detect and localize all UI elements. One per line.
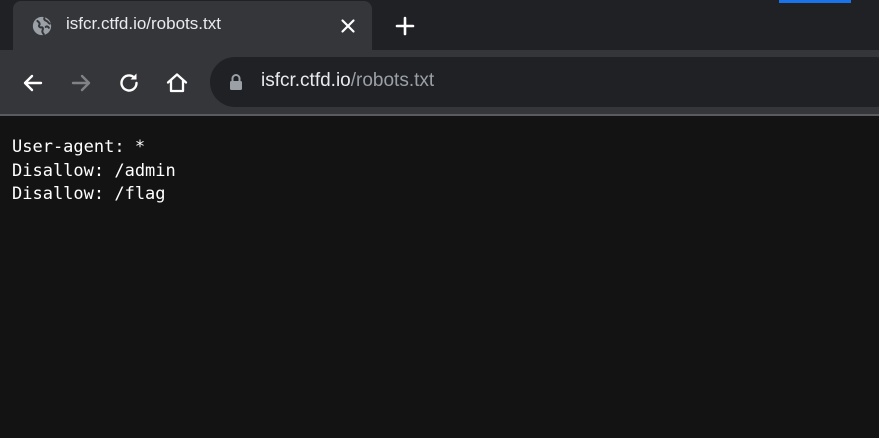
browser-window: isfcr.ctfd.io/robots.txt isfcr.ctfd.io/r… — [0, 0, 879, 438]
lock-icon[interactable] — [229, 73, 243, 91]
tab-title: isfcr.ctfd.io/robots.txt — [66, 14, 221, 33]
url-path: /robots.txt — [350, 70, 435, 91]
robots-line: Disallow: /admin — [12, 160, 176, 181]
tab-strip: isfcr.ctfd.io/robots.txt — [0, 0, 879, 50]
url-host: isfcr.ctfd.io — [261, 70, 351, 91]
url-text[interactable]: isfcr.ctfd.io/robots.txt — [261, 70, 434, 92]
close-icon[interactable] — [338, 16, 358, 36]
toolbar: isfcr.ctfd.io/robots.txt — [0, 50, 879, 116]
tab-robots-txt[interactable]: isfcr.ctfd.io/robots.txt — [13, 1, 372, 50]
window-accent-bar — [779, 0, 851, 3]
arrow-right-icon[interactable] — [68, 70, 94, 96]
address-bar[interactable]: isfcr.ctfd.io/robots.txt — [210, 57, 879, 107]
reload-icon[interactable] — [116, 70, 142, 96]
arrow-left-icon[interactable] — [20, 70, 46, 96]
home-icon[interactable] — [164, 70, 190, 96]
plus-icon[interactable] — [393, 14, 417, 38]
robots-line: Disallow: /flag — [12, 184, 166, 204]
robots-line: User-agent: * — [12, 137, 146, 157]
globe-icon — [32, 16, 52, 36]
page-content: User-agent: * Disallow: /admin Disallow:… — [12, 136, 176, 207]
